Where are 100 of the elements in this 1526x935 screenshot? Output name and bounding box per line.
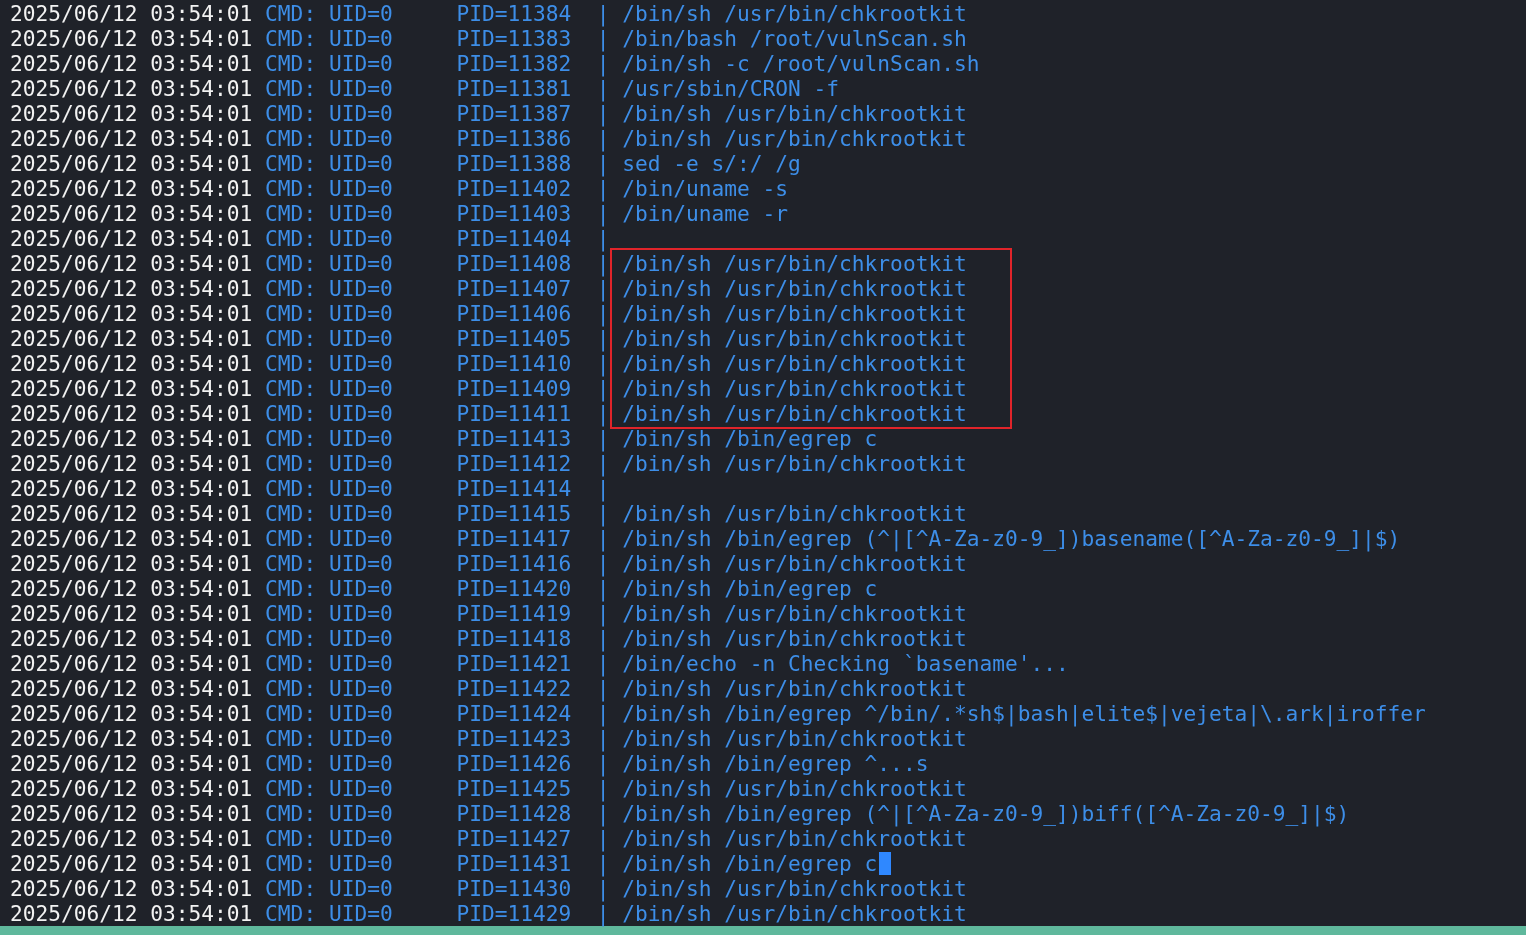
log-timestamp: 2025/06/12 03:54:01 — [10, 326, 254, 351]
log-uid: CMD: UID=0 — [265, 676, 394, 701]
log-uid: CMD: UID=0 — [265, 376, 394, 401]
log-command: /bin/sh /usr/bin/chkrootkit — [622, 251, 967, 276]
column-separator: | — [596, 251, 611, 276]
column-separator: | — [596, 101, 611, 126]
log-uid: CMD: UID=0 — [265, 851, 394, 876]
log-timestamp: 2025/06/12 03:54:01 — [10, 651, 254, 676]
log-command: /bin/bash /root/vulnScan.sh — [622, 26, 967, 51]
log-pid: PID=11404 — [456, 226, 573, 251]
log-pid: PID=11431 — [456, 851, 573, 876]
column-separator: | — [596, 576, 611, 601]
column-separator: | — [596, 1, 611, 26]
log-command: /bin/sh /usr/bin/chkrootkit — [622, 276, 967, 301]
column-separator: | — [596, 676, 611, 701]
log-uid: CMD: UID=0 — [265, 351, 394, 376]
column-separator: | — [596, 526, 611, 551]
column-separator: | — [596, 801, 611, 826]
log-command: /bin/sh /usr/bin/chkrootkit — [622, 601, 967, 626]
log-command: /bin/uname -r — [622, 201, 789, 226]
log-command: /bin/sh /usr/bin/chkrootkit — [622, 551, 967, 576]
log-timestamp: 2025/06/12 03:54:01 — [10, 376, 254, 401]
log-pid: PID=11415 — [456, 501, 573, 526]
log-uid: CMD: UID=0 — [265, 476, 394, 501]
log-command: /bin/sh /bin/egrep ^/bin/.*sh$|bash|elite$|vejeta|\.ark|iroffer — [622, 701, 1426, 726]
log-uid: CMD: UID=0 — [265, 501, 394, 526]
log-command: /bin/sh /usr/bin/chkrootkit — [622, 301, 967, 326]
log-command: /bin/sh /bin/egrep c — [622, 426, 878, 451]
log-timestamp: 2025/06/12 03:54:01 — [10, 826, 254, 851]
log-timestamp: 2025/06/12 03:54:01 — [10, 701, 254, 726]
log-timestamp: 2025/06/12 03:54:01 — [10, 626, 254, 651]
column-separator: | — [596, 551, 611, 576]
log-timestamp: 2025/06/12 03:54:01 — [10, 901, 254, 926]
log-uid: CMD: UID=0 — [265, 626, 394, 651]
log-pid: PID=11416 — [456, 551, 573, 576]
log-uid: CMD: UID=0 — [265, 426, 394, 451]
log-timestamp: 2025/06/12 03:54:01 — [10, 401, 254, 426]
log-uid: CMD: UID=0 — [265, 26, 394, 51]
column-separator: | — [596, 426, 611, 451]
log-pid: PID=11403 — [456, 201, 573, 226]
log-pid: PID=11402 — [456, 176, 573, 201]
log-timestamp: 2025/06/12 03:54:01 — [10, 1, 254, 26]
log-timestamp: 2025/06/12 03:54:01 — [10, 451, 254, 476]
log-pid: PID=11414 — [456, 476, 573, 501]
column-separator: | — [596, 901, 611, 926]
log-timestamp: 2025/06/12 03:54:01 — [10, 51, 254, 76]
column-separator: | — [596, 26, 611, 51]
log-command: /bin/sh /usr/bin/chkrootkit — [622, 326, 967, 351]
log-timestamp: 2025/06/12 03:54:01 — [10, 301, 254, 326]
log-pid: PID=11407 — [456, 276, 573, 301]
column-separator: | — [596, 376, 611, 401]
log-uid: CMD: UID=0 — [265, 801, 394, 826]
log-pid: PID=11387 — [456, 101, 573, 126]
log-pid: PID=11382 — [456, 51, 573, 76]
log-pid: PID=11386 — [456, 126, 573, 151]
log-timestamp: 2025/06/12 03:54:01 — [10, 876, 254, 901]
log-command: /bin/sh /usr/bin/chkrootkit — [622, 101, 967, 126]
log-uid: CMD: UID=0 — [265, 726, 394, 751]
log-timestamp: 2025/06/12 03:54:01 — [10, 501, 254, 526]
log-timestamp: 2025/06/12 03:54:01 — [10, 776, 254, 801]
log-uid: CMD: UID=0 — [265, 226, 394, 251]
log-timestamp: 2025/06/12 03:54:01 — [10, 226, 254, 251]
log-uid: CMD: UID=0 — [265, 776, 394, 801]
log-pid: PID=11383 — [456, 26, 573, 51]
column-separator: | — [596, 776, 611, 801]
log-command: /bin/sh /usr/bin/chkrootkit — [622, 376, 967, 401]
log-pid: PID=11381 — [456, 76, 573, 101]
column-separator: | — [596, 226, 611, 251]
log-command: /bin/sh /usr/bin/chkrootkit — [622, 401, 967, 426]
column-separator: | — [596, 201, 611, 226]
log-pid: PID=11384 — [456, 1, 573, 26]
log-command: /bin/sh /usr/bin/chkrootkit — [622, 876, 967, 901]
log-command: /bin/sh /bin/egrep c — [622, 851, 892, 876]
log-pid: PID=11412 — [456, 451, 573, 476]
column-separator: | — [596, 501, 611, 526]
column-separator: | — [596, 876, 611, 901]
log-command: /bin/sh /usr/bin/chkrootkit — [622, 626, 967, 651]
log-command: /bin/sh /usr/bin/chkrootkit — [622, 351, 967, 376]
log-pid: PID=11409 — [456, 376, 573, 401]
log-command: /bin/echo -n Checking `basename'... — [622, 651, 1069, 676]
log-uid: CMD: UID=0 — [265, 526, 394, 551]
log-pid: PID=11408 — [456, 251, 573, 276]
log-uid: CMD: UID=0 — [265, 826, 394, 851]
log-pid: PID=11413 — [456, 426, 573, 451]
log-pid: PID=11421 — [456, 651, 573, 676]
column-separator: | — [596, 476, 611, 501]
log-timestamp: 2025/06/12 03:54:01 — [10, 251, 254, 276]
column-separator: | — [596, 151, 611, 176]
log-uid: CMD: UID=0 — [265, 176, 394, 201]
log-timestamp: 2025/06/12 03:54:01 — [10, 76, 254, 101]
log-timestamp: 2025/06/12 03:54:01 — [10, 176, 254, 201]
log-command: /bin/sh /usr/bin/chkrootkit — [622, 501, 967, 526]
log-pid: PID=11423 — [456, 726, 573, 751]
log-uid: CMD: UID=0 — [265, 301, 394, 326]
log-pid: PID=11419 — [456, 601, 573, 626]
log-uid: CMD: UID=0 — [265, 251, 394, 276]
column-separator: | — [596, 751, 611, 776]
log-uid: CMD: UID=0 — [265, 101, 394, 126]
log-timestamp: 2025/06/12 03:54:01 — [10, 601, 254, 626]
log-uid: CMD: UID=0 — [265, 126, 394, 151]
